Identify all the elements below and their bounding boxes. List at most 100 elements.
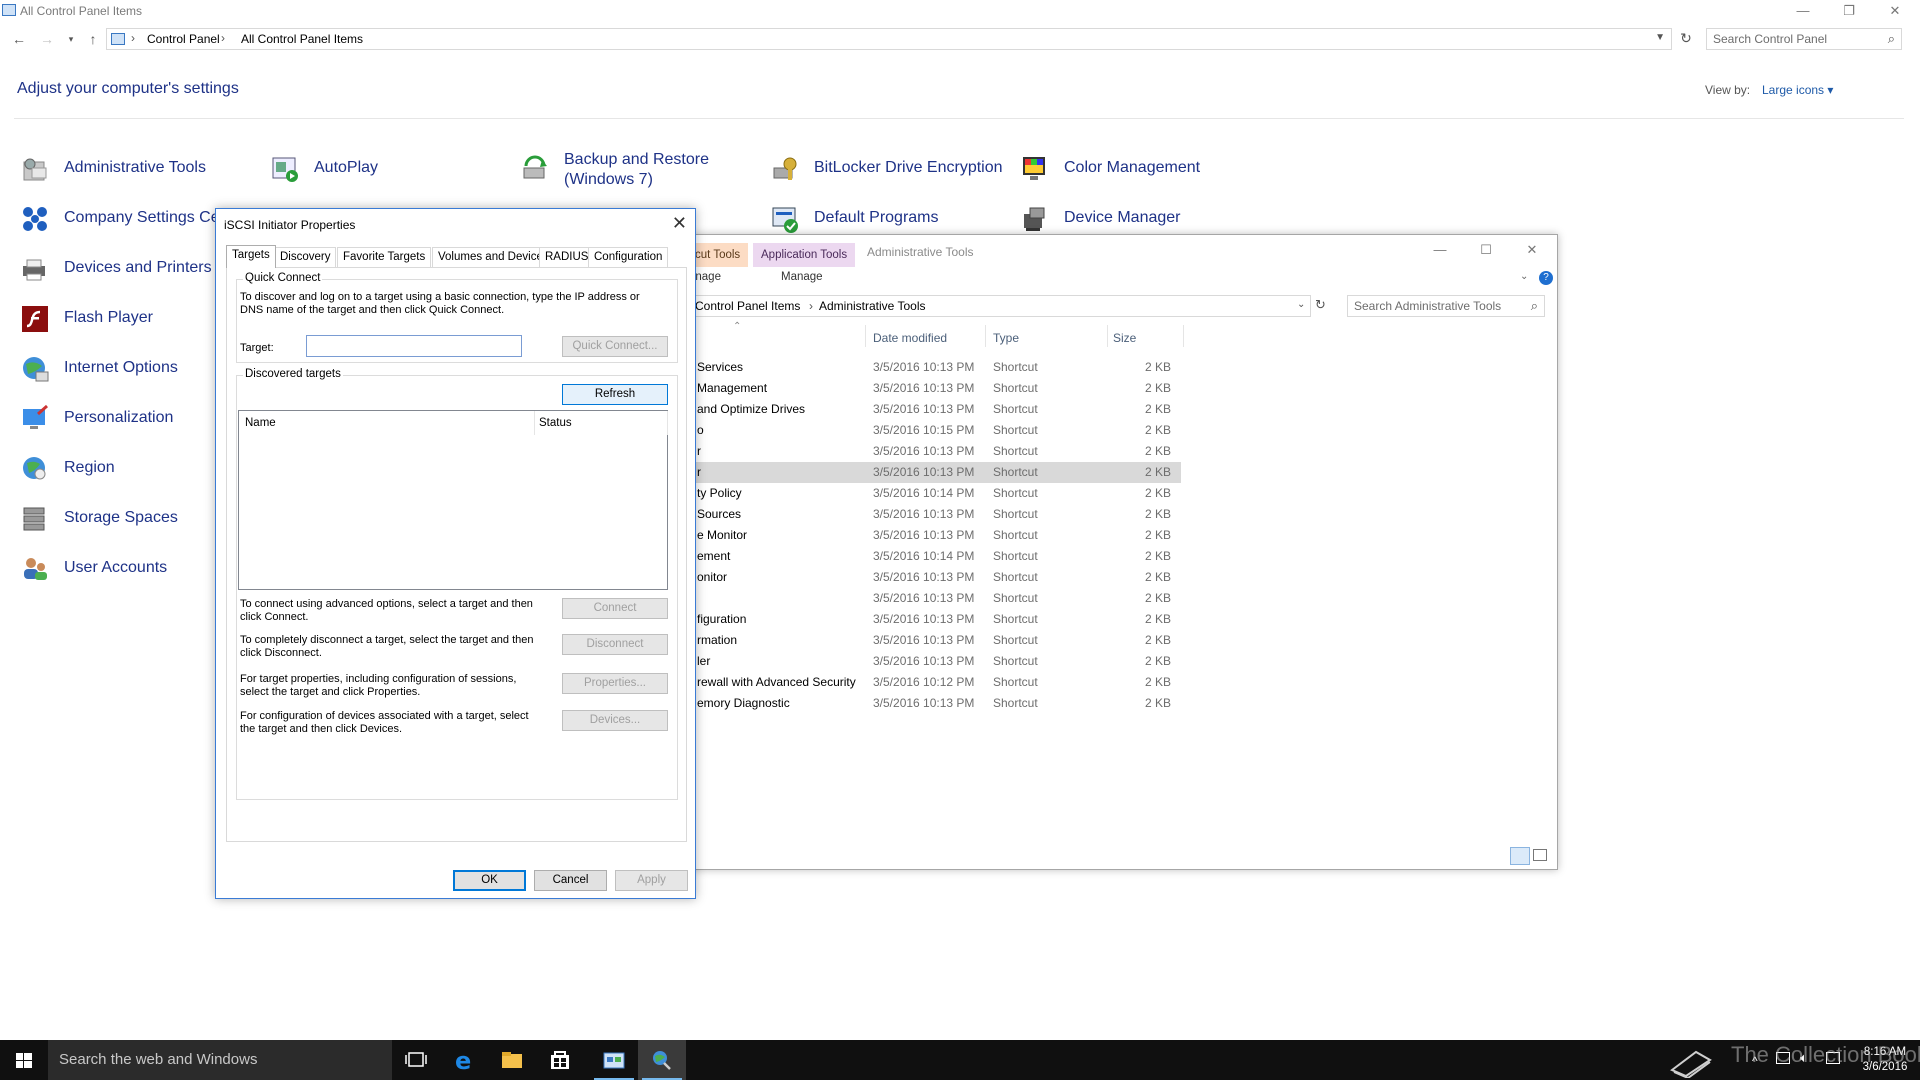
target-input[interactable] bbox=[306, 335, 522, 357]
cancel-button[interactable]: Cancel bbox=[534, 870, 607, 891]
file-row[interactable]: 3/5/2016 10:13 PM Shortcut 2 KB bbox=[651, 588, 1181, 609]
up-arrow-icon[interactable]: ↑ bbox=[83, 29, 103, 49]
ribbon-manage-2[interactable]: Manage bbox=[781, 271, 823, 283]
search-control-panel-input[interactable]: Search Control Panel ⌕ bbox=[1706, 28, 1902, 50]
col-type[interactable]: Type bbox=[993, 331, 1019, 345]
large-icons-view-icon[interactable] bbox=[1533, 849, 1547, 861]
properties-button[interactable]: Properties... bbox=[562, 673, 668, 694]
address-field[interactable]: › Control Panel › All Control Panel Item… bbox=[106, 28, 1672, 50]
admin-refresh-icon[interactable]: ↻ bbox=[1315, 297, 1326, 313]
cp-item-devices-printers[interactable]: Devices and Printers bbox=[20, 250, 220, 290]
file-row[interactable]: o 3/5/2016 10:15 PM Shortcut 2 KB bbox=[651, 420, 1181, 441]
file-row[interactable]: onitor 3/5/2016 10:13 PM Shortcut 2 KB bbox=[651, 567, 1181, 588]
apply-button[interactable]: Apply bbox=[615, 870, 688, 891]
search-administrative-tools-input[interactable]: Search Administrative Tools ⌕ bbox=[1347, 295, 1545, 317]
file-row[interactable]: e Monitor 3/5/2016 10:13 PM Shortcut 2 KB bbox=[651, 525, 1181, 546]
start-button[interactable] bbox=[0, 1040, 48, 1080]
iscsi-taskbar-button[interactable] bbox=[638, 1040, 686, 1080]
admin-close-button[interactable]: ✕ bbox=[1509, 239, 1555, 261]
tab-configuration[interactable]: Configuration bbox=[588, 247, 669, 267]
cp-item-bitlocker[interactable]: BitLocker Drive Encryption bbox=[770, 150, 1010, 190]
task-view-button[interactable] bbox=[392, 1040, 440, 1080]
close-button[interactable]: ✕ bbox=[1872, 0, 1918, 22]
file-row[interactable]: ty Policy 3/5/2016 10:14 PM Shortcut 2 KB bbox=[651, 483, 1181, 504]
file-size: 2 KB bbox=[1144, 423, 1171, 437]
cp-item-administrative-tools[interactable]: Administrative Tools bbox=[20, 150, 240, 190]
breadcrumb-control-panel[interactable]: Control Panel bbox=[147, 32, 220, 46]
administrative-tools-window: cut Tools Application Tools Administrati… bbox=[650, 234, 1558, 870]
tab-targets[interactable]: Targets bbox=[226, 245, 276, 268]
details-view-icon[interactable] bbox=[1510, 847, 1530, 865]
refresh-icon[interactable]: ↻ bbox=[1676, 28, 1696, 48]
file-type: Shortcut bbox=[993, 444, 1038, 458]
quick-connect-button[interactable]: Quick Connect... bbox=[562, 336, 668, 357]
file-row[interactable]: rmation 3/5/2016 10:13 PM Shortcut 2 KB bbox=[651, 630, 1181, 651]
recent-locations-chevron-icon[interactable]: ▾ bbox=[61, 29, 81, 49]
control-panel-taskbar-button[interactable] bbox=[590, 1040, 638, 1080]
devices-button[interactable]: Devices... bbox=[562, 710, 668, 731]
store-button[interactable] bbox=[536, 1040, 584, 1080]
taskbar-search-box[interactable]: Search the web and Windows bbox=[48, 1040, 392, 1080]
file-row[interactable]: figuration 3/5/2016 10:13 PM Shortcut 2 KB bbox=[651, 609, 1181, 630]
breadcrumb-all-items[interactable]: All Control Panel Items bbox=[241, 32, 363, 46]
col-size[interactable]: Size bbox=[1113, 331, 1136, 345]
file-date: 3/5/2016 10:13 PM bbox=[873, 444, 975, 458]
tab-discovery[interactable]: Discovery bbox=[274, 247, 337, 267]
col-name[interactable]: Name bbox=[245, 417, 276, 429]
address-dropdown-icon[interactable]: ▼ bbox=[1655, 32, 1665, 43]
refresh-button[interactable]: Refresh bbox=[562, 384, 668, 405]
file-size: 2 KB bbox=[1144, 570, 1171, 584]
tab-favorite-targets[interactable]: Favorite Targets bbox=[337, 247, 432, 267]
file-row[interactable]: Management 3/5/2016 10:13 PM Shortcut 2 KB bbox=[651, 378, 1181, 399]
forward-arrow-icon[interactable]: → bbox=[37, 29, 57, 49]
ribbon-expand-chevron-icon[interactable]: ⌄ bbox=[1520, 271, 1528, 282]
tab-shortcut-tools[interactable]: cut Tools bbox=[687, 243, 749, 267]
cp-item-autoplay[interactable]: AutoPlay bbox=[270, 150, 490, 190]
ok-button[interactable]: OK bbox=[453, 870, 526, 891]
file-row[interactable]: ement 3/5/2016 10:14 PM Shortcut 2 KB bbox=[651, 546, 1181, 567]
help-icon[interactable]: ? bbox=[1539, 271, 1553, 285]
cp-item-personalization[interactable]: Personalization bbox=[20, 400, 220, 440]
back-arrow-icon[interactable]: ← bbox=[9, 29, 29, 49]
breadcrumb-administrative-tools[interactable]: Administrative Tools bbox=[819, 299, 926, 313]
admin-maximize-button[interactable]: ☐ bbox=[1463, 239, 1509, 261]
file-row[interactable]: Services 3/5/2016 10:13 PM Shortcut 2 KB bbox=[651, 357, 1181, 378]
admin-address-dropdown-icon[interactable]: ⌄ bbox=[1297, 299, 1305, 310]
cp-item-backup-restore[interactable]: Backup and Restore (Windows 7) bbox=[520, 150, 750, 190]
file-row[interactable]: r 3/5/2016 10:13 PM Shortcut 2 KB bbox=[651, 441, 1181, 462]
col-status[interactable]: Status bbox=[539, 417, 572, 429]
admin-search-icon[interactable]: ⌕ bbox=[1531, 298, 1538, 314]
file-row[interactable]: ler 3/5/2016 10:13 PM Shortcut 2 KB bbox=[651, 651, 1181, 672]
cp-item-user-accounts[interactable]: User Accounts bbox=[20, 550, 220, 590]
file-row[interactable]: emory Diagnostic 3/5/2016 10:13 PM Shortcu… bbox=[651, 693, 1181, 714]
view-by-dropdown[interactable]: Large icons ▾ bbox=[1762, 83, 1833, 97]
tab-volumes-devices[interactable]: Volumes and Devices bbox=[432, 247, 555, 267]
cp-item-internet-options[interactable]: Internet Options bbox=[20, 350, 220, 390]
col-date-modified[interactable]: Date modified bbox=[873, 331, 947, 345]
disconnect-button[interactable]: Disconnect bbox=[562, 634, 668, 655]
user-accounts-icon bbox=[24, 558, 47, 580]
dialog-close-icon[interactable]: ✕ bbox=[672, 213, 687, 234]
file-row[interactable]: r 3/5/2016 10:13 PM Shortcut 2 KB bbox=[651, 462, 1181, 483]
tab-radius[interactable]: RADIUS bbox=[539, 247, 595, 267]
tab-application-tools[interactable]: Application Tools bbox=[753, 243, 856, 267]
minimize-button[interactable]: — bbox=[1780, 0, 1826, 22]
admin-minimize-button[interactable]: — bbox=[1417, 239, 1463, 261]
file-row[interactable]: rewall with Advanced Security 3/5/2016 10… bbox=[651, 672, 1181, 693]
file-row[interactable]: and Optimize Drives 3/5/2016 10:13 PM Shor… bbox=[651, 399, 1181, 420]
edge-button[interactable]: e bbox=[440, 1040, 488, 1080]
discovered-targets-list[interactable]: Name Status bbox=[238, 410, 668, 590]
search-icon[interactable]: ⌕ bbox=[1888, 31, 1895, 47]
file-explorer-button[interactable] bbox=[488, 1040, 536, 1080]
admin-address-field[interactable]: Control Panel Items › Administrative Too… bbox=[651, 295, 1311, 317]
restore-button[interactable]: ❐ bbox=[1826, 0, 1872, 22]
file-name: ler bbox=[697, 654, 711, 668]
connect-button[interactable]: Connect bbox=[562, 598, 668, 619]
cp-item-color-management[interactable]: Color Management bbox=[1020, 150, 1240, 190]
breadcrumb-control-panel-items[interactable]: Control Panel Items bbox=[695, 299, 800, 313]
cp-item-flash-player[interactable]: Flash Player bbox=[20, 300, 220, 340]
cp-item-region[interactable]: Region bbox=[20, 450, 220, 490]
cp-item-company-settings[interactable]: Company Settings Cer bbox=[20, 200, 225, 240]
cp-item-storage-spaces[interactable]: Storage Spaces bbox=[20, 500, 220, 540]
file-row[interactable]: Sources 3/5/2016 10:13 PM Shortcut 2 KB bbox=[651, 504, 1181, 525]
